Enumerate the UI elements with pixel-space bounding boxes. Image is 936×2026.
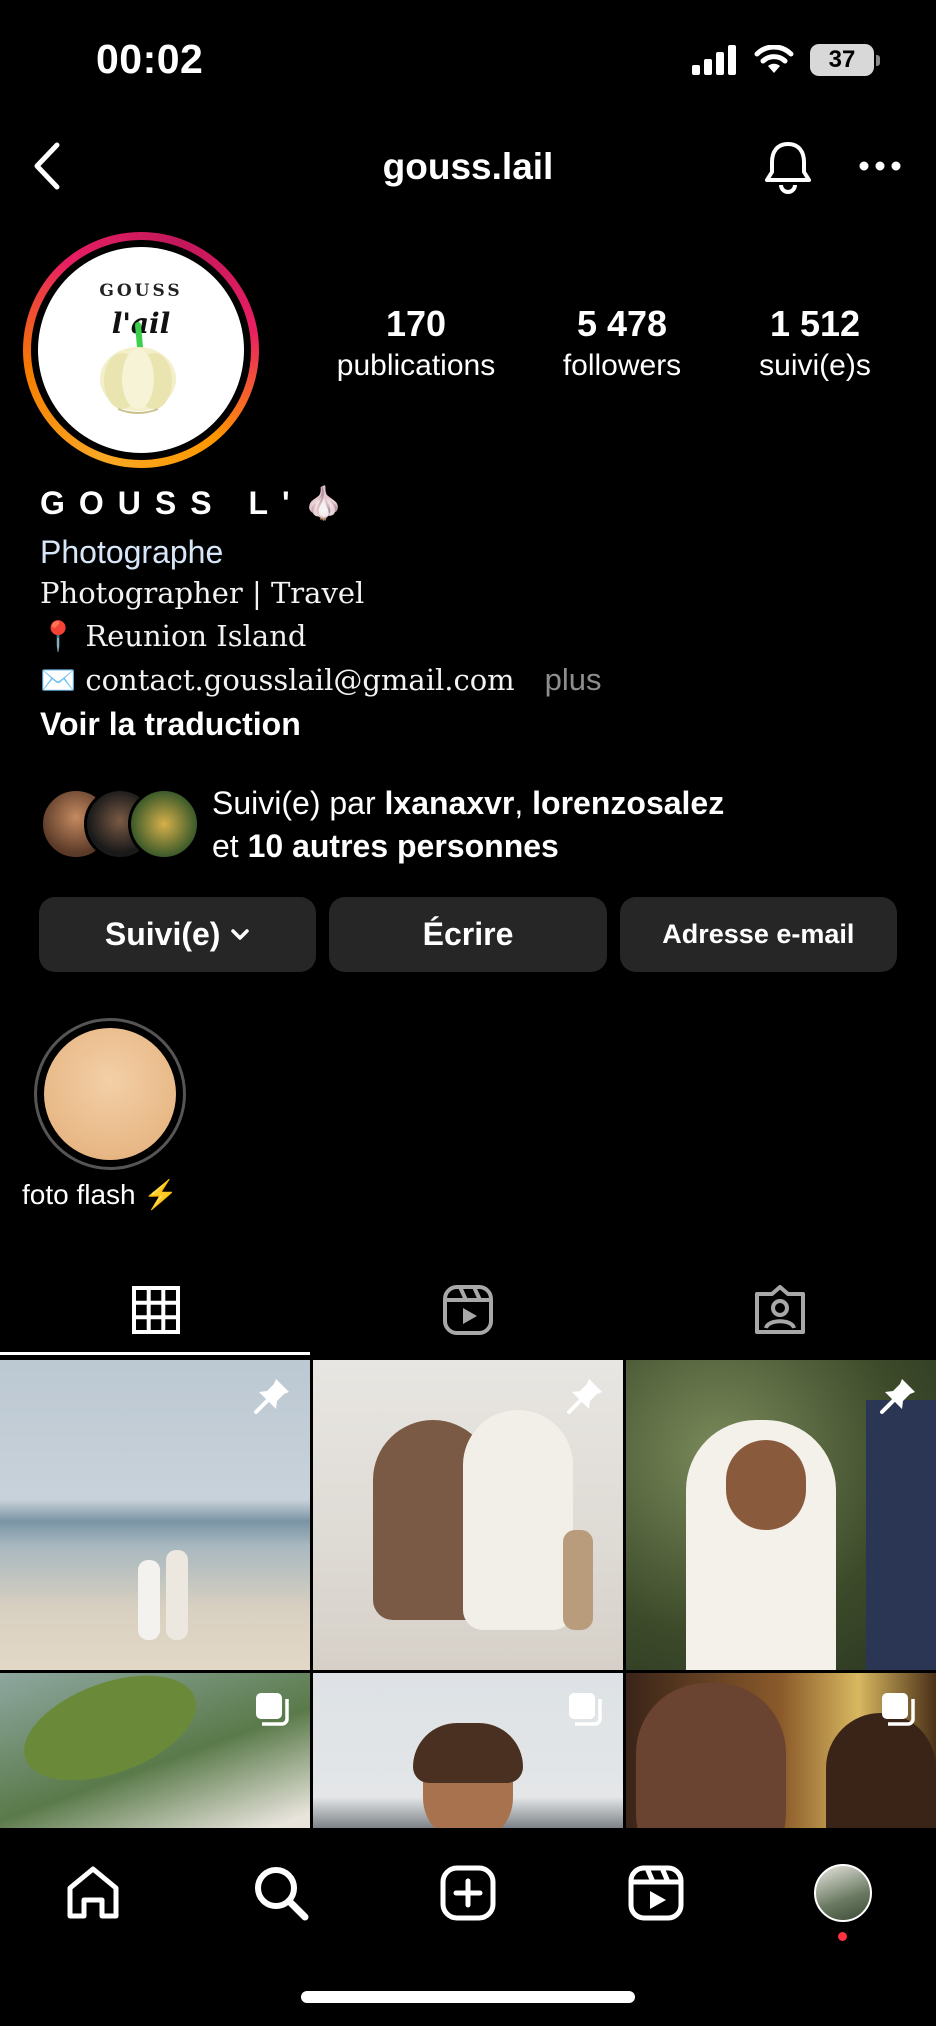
chevron-down-icon <box>231 928 250 940</box>
stat-value: 5 478 <box>576 303 668 344</box>
stat-value: 170 <box>385 303 447 344</box>
battery-level: 37 <box>828 46 856 73</box>
bio-line: Photographer | Travel <box>40 576 365 610</box>
home-icon <box>67 1866 119 1919</box>
bio-line-email: ✉️ contact.gousslail@gmail.com plus <box>40 662 602 698</box>
post-thumbnail[interactable] <box>626 1360 936 1670</box>
followed-by-text: Suivi(e) par lxanaxvr, lorenzosalez et 1… <box>212 785 725 864</box>
stat-label: publications <box>336 349 496 382</box>
stat-posts[interactable]: 170 publications <box>320 302 512 386</box>
profile-actions: Suivi(e) Écrire Adresse e-mail <box>39 897 897 972</box>
bio-email[interactable]: ✉️ contact.gousslail@gmail.com <box>40 663 515 697</box>
grid-icon <box>132 1286 180 1334</box>
stat-followers[interactable]: 5 478 followers <box>527 302 717 386</box>
post-thumbnail[interactable] <box>0 1360 310 1670</box>
signal-icon <box>692 45 736 75</box>
reels-icon <box>628 1865 684 1921</box>
post-thumbnail[interactable] <box>313 1673 623 1828</box>
profile-avatar[interactable]: GOUSS l'ail <box>23 232 259 468</box>
battery-icon: 37 <box>810 44 880 76</box>
mutual-others: 10 autres personnes <box>247 828 559 864</box>
mutual-avatars <box>40 788 200 862</box>
display-name-text: GOUSS L' <box>40 484 304 521</box>
post-thumbnail[interactable] <box>313 1360 623 1670</box>
profile-avatar <box>814 1864 872 1922</box>
create-icon <box>440 1865 496 1921</box>
tagged-icon <box>755 1285 805 1334</box>
translate-link[interactable]: Voir la traduction <box>40 706 301 743</box>
following-button[interactable]: Suivi(e) <box>39 897 317 972</box>
post-thumbnail[interactable] <box>0 1673 310 1828</box>
reels-icon <box>443 1285 493 1335</box>
brand-logo: GOUSS l'ail <box>38 247 244 453</box>
mutual-user: lorenzosalez <box>532 785 725 821</box>
pin-icon <box>250 1374 294 1418</box>
post-thumbnail[interactable] <box>626 1673 936 1828</box>
notifications-button[interactable] <box>758 136 818 196</box>
tab-tagged[interactable] <box>624 1262 936 1358</box>
mutual-user: lxanaxvr <box>384 785 515 821</box>
pin-icon <box>876 1374 920 1418</box>
display-name: GOUSS L' 🧄 <box>40 484 343 522</box>
carousel-icon <box>250 1687 294 1731</box>
status-bar: 00:02 37 <box>0 0 936 120</box>
notification-dot <box>838 1932 847 1941</box>
more-link[interactable]: plus <box>545 662 602 697</box>
avatar <box>128 788 200 860</box>
logo-text: GOUSS <box>99 281 183 301</box>
nav-search[interactable] <box>246 1858 316 1928</box>
more-options-button[interactable] <box>850 136 910 196</box>
content-tabs <box>0 1262 936 1358</box>
story-highlight[interactable] <box>34 1018 186 1170</box>
stat-following[interactable]: 1 512 suivi(e)s <box>720 302 910 386</box>
wifi-icon <box>754 45 794 73</box>
bell-icon <box>765 142 811 194</box>
stat-value: 1 512 <box>769 303 861 344</box>
following-label: Suivi(e) <box>104 916 221 952</box>
nav-create[interactable] <box>433 1858 503 1928</box>
highlight-label: foto flash ⚡️ <box>22 1179 179 1210</box>
posts-grid <box>0 1360 936 1828</box>
profile-category: Photographe <box>40 534 224 570</box>
garlic-emoji: 🧄 <box>303 485 344 521</box>
status-icons: 37 <box>692 44 880 76</box>
status-time: 00:02 <box>96 36 204 82</box>
nav-home[interactable] <box>58 1858 128 1928</box>
followed-by[interactable]: Suivi(e) par lxanaxvr, lorenzosalez et 1… <box>40 782 900 872</box>
nav-profile[interactable] <box>808 1858 878 1928</box>
search-icon <box>255 1867 309 1921</box>
highlight-cover <box>44 1028 176 1160</box>
stat-label: followers <box>562 349 682 382</box>
active-tab-indicator <box>0 1352 310 1355</box>
more-horizontal-icon <box>859 161 901 171</box>
tab-posts[interactable] <box>0 1262 312 1358</box>
email-button[interactable]: Adresse e-mail <box>619 897 897 972</box>
home-indicator <box>301 1991 635 2003</box>
nav-reels[interactable] <box>621 1858 691 1928</box>
profile-stats: 170 publications 5 478 followers 1 512 s… <box>320 302 880 402</box>
message-button[interactable]: Écrire <box>329 897 607 972</box>
carousel-icon <box>876 1687 920 1731</box>
profile-header: gouss.lail <box>0 120 936 214</box>
garlic-icon <box>100 322 176 414</box>
bio-line: 📍 Reunion Island <box>40 619 307 653</box>
pin-icon <box>563 1374 607 1418</box>
tab-reels[interactable] <box>312 1262 624 1358</box>
stat-label: suivi(e)s <box>759 349 871 382</box>
carousel-icon <box>563 1687 607 1731</box>
